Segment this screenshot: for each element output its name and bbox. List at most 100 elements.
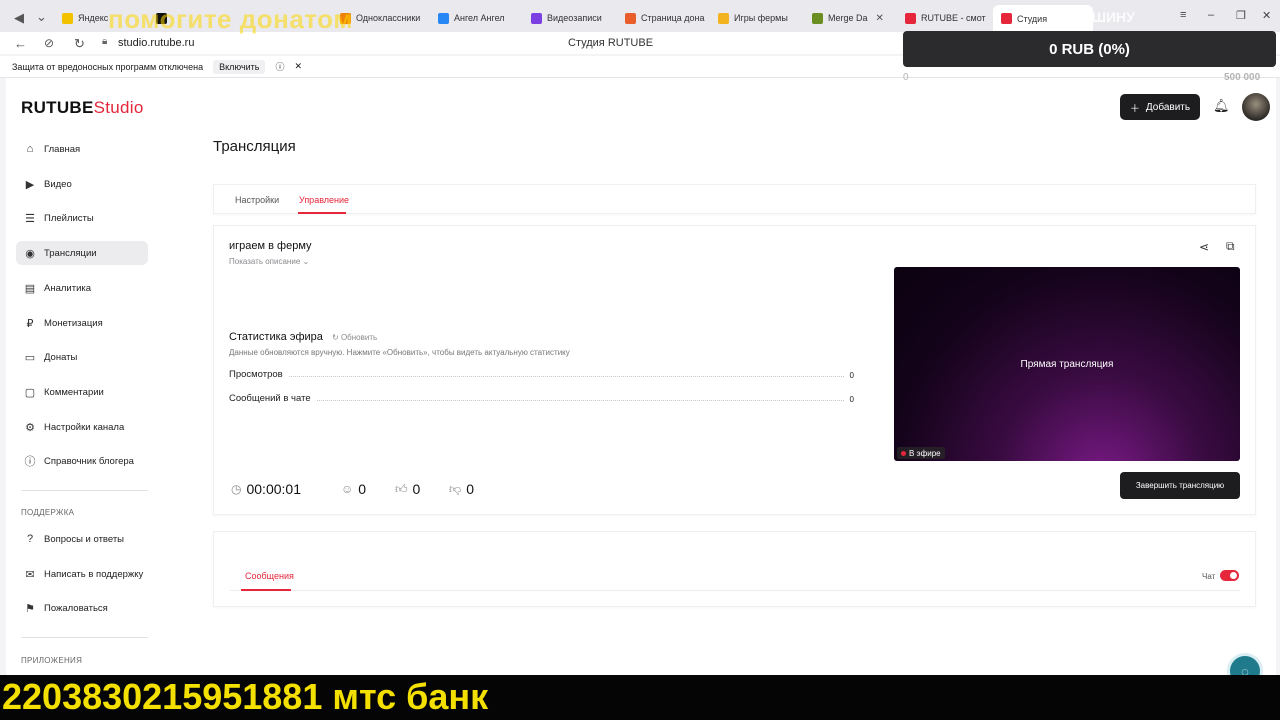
- tab-control[interactable]: Управление: [299, 195, 349, 205]
- sidebar-divider: [21, 490, 148, 491]
- browser-tab[interactable]: Ангел Ангел: [438, 8, 524, 28]
- refresh-icon: ↻: [332, 333, 339, 342]
- browser-tab[interactable]: Одноклассники: [340, 8, 430, 28]
- end-broadcast-button[interactable]: Завершить трансляцию: [1120, 472, 1240, 499]
- sidebar-item-blogger-guide[interactable]: ⓘ Справочник блогера: [16, 449, 148, 473]
- stat-row-chat-messages: Сообщений в чате 0: [229, 393, 854, 404]
- chat-toggle[interactable]: [1220, 570, 1239, 581]
- settings-icon: ⚙: [25, 421, 35, 434]
- close-infobar-icon[interactable]: ✕: [294, 61, 302, 72]
- sidebar-item-channel-settings[interactable]: ⚙ Настройки канала: [16, 415, 148, 439]
- browser-page-title: Студия RUTUBE: [568, 37, 654, 49]
- live-badge: В эфире: [897, 447, 945, 459]
- sidebar-item-broadcasts[interactable]: ◉ Трансляции: [16, 241, 148, 265]
- card-number-overlay: 2203830215951881 мтс банк: [2, 676, 489, 717]
- question-icon[interactable]: ⓘ: [275, 60, 284, 73]
- sidebar-item-contact-support[interactable]: ✉ Написать в поддержку: [16, 562, 148, 586]
- broadcast-tabs: Настройки Управление: [213, 184, 1256, 214]
- chat-toggle-label: Чат: [1202, 572, 1216, 581]
- comments-icon: ▢: [24, 386, 36, 399]
- info-icon: ⓘ: [24, 456, 36, 468]
- duration-metric: ◷ 00:00:01: [231, 481, 301, 497]
- browser-tab[interactable]: Игры фермы: [718, 8, 802, 28]
- restore-icon[interactable]: ❐: [1236, 9, 1246, 22]
- stream-preview[interactable]: Прямая трансляция В эфире: [894, 267, 1240, 461]
- flag-icon: ⚑: [25, 602, 35, 615]
- video-icon: ▶: [25, 178, 35, 191]
- likes-metric: 👍︎ 0: [395, 481, 421, 497]
- preview-label: Прямая трансляция: [1020, 359, 1114, 370]
- tab-settings[interactable]: Настройки: [235, 195, 279, 205]
- tab-favicon-icon: [905, 12, 916, 24]
- stream-title: играем в ферму: [229, 240, 312, 252]
- tab-favicon-icon: [812, 12, 823, 24]
- browser-tab[interactable]: Страница дона: [625, 8, 711, 28]
- active-tab-indicator: [298, 212, 346, 214]
- bell-icon[interactable]: 🔔︎: [1213, 98, 1230, 114]
- tab-list-chevron-icon[interactable]: ⌄: [36, 9, 47, 25]
- forward-icon[interactable]: ⊘: [44, 36, 54, 50]
- broadcast-icon: ◉: [25, 247, 35, 260]
- url-field[interactable]: studio.rutube.ru: [118, 37, 194, 49]
- enable-protection-button[interactable]: Включить: [213, 59, 266, 74]
- sidebar-item-monetization[interactable]: ₽ Монетизация: [16, 311, 148, 335]
- studio-app: RUTUBEStudio ⌂ Главная ▶ Видео ☰ Плейлис…: [6, 78, 1276, 689]
- goal-label: НА МАШИНУ: [1046, 9, 1135, 25]
- help-icon: ?: [26, 533, 34, 545]
- tab-favicon-icon: [1001, 13, 1012, 24]
- sidebar-item-faq[interactable]: ? Вопросы и ответы: [16, 527, 148, 551]
- donations-icon: ▭: [24, 351, 36, 364]
- clock-icon: ◷: [231, 482, 242, 496]
- browser-tab[interactable]: RUTUBE - смот: [905, 8, 991, 28]
- donate-overlay-text: помогите донатом: [108, 4, 353, 34]
- menu-icon[interactable]: ≡: [1180, 9, 1186, 21]
- active-tab-indicator: [241, 589, 291, 591]
- back-icon[interactable]: ←: [14, 36, 27, 51]
- sidebar-item-donations[interactable]: ▭ Донаты: [16, 345, 148, 369]
- live-dot-icon: [901, 450, 906, 456]
- chat-divider: [230, 590, 1240, 591]
- close-tab-icon[interactable]: ✕: [876, 13, 884, 24]
- share-icon[interactable]: ⋖: [1199, 240, 1209, 254]
- close-window-icon[interactable]: ✕: [1262, 9, 1271, 22]
- mail-icon: ✉: [25, 568, 35, 581]
- minimize-icon[interactable]: –: [1208, 9, 1214, 21]
- tab-favicon-icon: [531, 12, 542, 24]
- browser-tab[interactable]: Видеозаписи: [531, 8, 617, 28]
- refresh-stats-button[interactable]: ↻ Обновить: [332, 333, 377, 342]
- donation-goal-bar: 0 RUB (0%): [903, 31, 1276, 67]
- dislikes-metric: 👎︎ 0: [449, 481, 474, 497]
- audio-icon[interactable]: ◀: [14, 10, 24, 26]
- stat-row-views: Просмотров 0: [229, 369, 854, 380]
- reload-icon[interactable]: ↻: [74, 36, 85, 52]
- goal-max: 500 000: [1224, 72, 1261, 83]
- plus-icon: ＋: [1129, 103, 1140, 115]
- sidebar-divider: [21, 637, 148, 638]
- home-icon: ⌂: [26, 143, 34, 155]
- add-button[interactable]: ＋ Добавить: [1120, 94, 1200, 120]
- sidebar-item-video[interactable]: ▶ Видео: [16, 172, 148, 196]
- sidebar-item-comments[interactable]: ▢ Комментарии: [16, 380, 148, 404]
- stats-hint: Данные обновляются вручную. Нажмите «Обн…: [229, 348, 570, 357]
- rutube-studio-logo[interactable]: RUTUBEStudio: [21, 98, 144, 118]
- browser-tab[interactable]: Merge Da ✕: [812, 8, 896, 28]
- monetization-icon: ₽: [26, 317, 34, 330]
- sidebar-item-home[interactable]: ⌂ Главная: [16, 137, 148, 161]
- sidebar-item-report[interactable]: ⚑ Пожаловаться: [16, 596, 148, 620]
- avatar[interactable]: [1242, 93, 1270, 121]
- tab-favicon-icon: [718, 12, 729, 24]
- viewers-icon: ☺: [341, 482, 354, 496]
- lock-icon[interactable]: 🔒︎: [102, 36, 107, 47]
- external-link-icon[interactable]: ⧉: [1226, 239, 1235, 254]
- sidebar-item-playlists[interactable]: ☰ Плейлисты: [16, 206, 148, 230]
- dotted-leader: [316, 400, 844, 401]
- broadcast-control-panel: играем в ферму Показать описание ⌄ ⋖ ⧉ С…: [213, 225, 1256, 515]
- sidebar-item-analytics[interactable]: ▤ Аналитика: [16, 276, 148, 300]
- show-description-toggle[interactable]: Показать описание ⌄: [229, 257, 309, 266]
- support-section-title: ПОДДЕРЖКА: [21, 508, 75, 517]
- tab-favicon-icon: [625, 12, 636, 24]
- tab-favicon-icon: [62, 12, 73, 24]
- tab-messages[interactable]: Сообщения: [245, 571, 294, 581]
- stats-title: Статистика эфира: [229, 331, 323, 343]
- infobar-message: Защита от вредоносных программ отключена: [12, 61, 204, 72]
